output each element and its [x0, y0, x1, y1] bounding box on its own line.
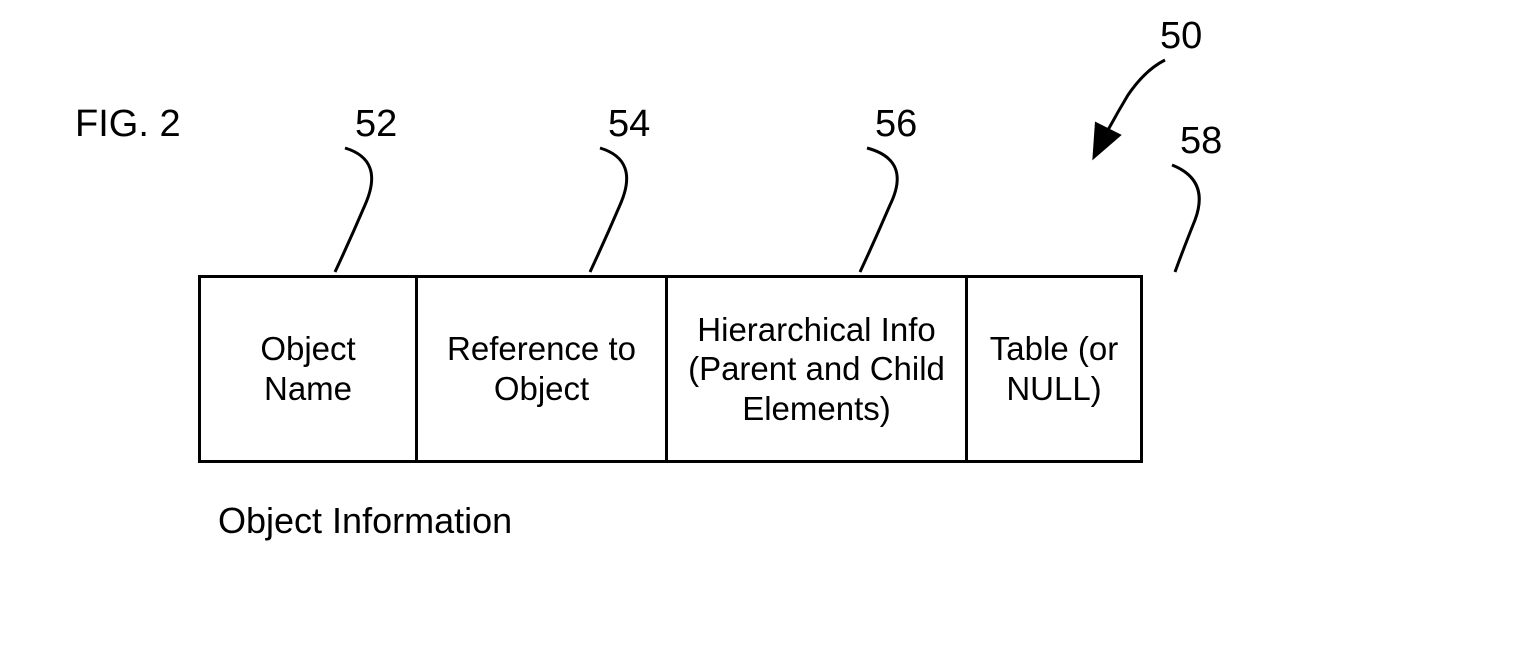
cell-reference-to-object: Reference to Object: [418, 275, 668, 463]
object-info-row: Object Name Reference to Object Hierarch…: [198, 275, 1143, 463]
lead-number-54: 54: [608, 103, 650, 146]
cell-hierarchical-info: Hierarchical Info (Parent and Child Elem…: [668, 275, 968, 463]
caption-object-information: Object Information: [218, 500, 512, 542]
figure-label: FIG. 2: [75, 103, 181, 146]
lead-number-56: 56: [875, 103, 917, 146]
lead-number-58: 58: [1180, 120, 1222, 163]
cell-object-name: Object Name: [198, 275, 418, 463]
cell-table-or-null: Table (or NULL): [968, 275, 1143, 463]
lead-number-52: 52: [355, 103, 397, 146]
lead-number-50: 50: [1160, 15, 1202, 58]
